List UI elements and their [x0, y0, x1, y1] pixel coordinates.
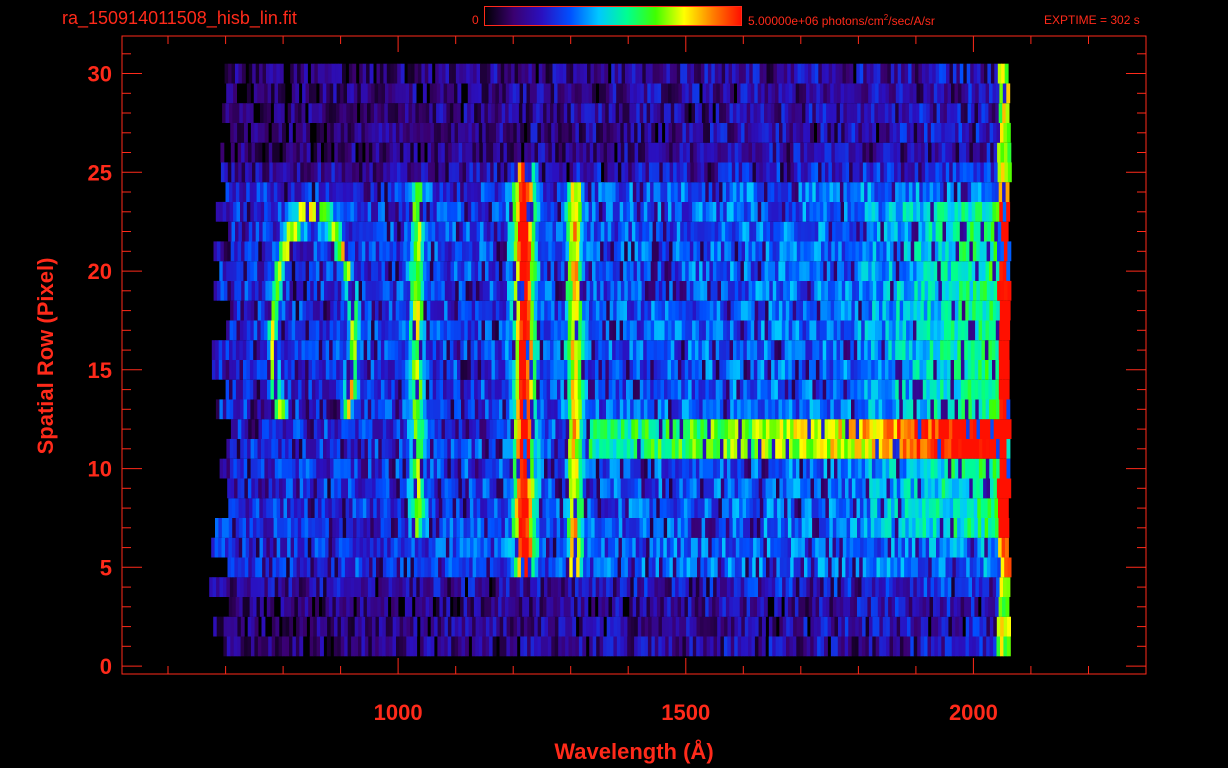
- file-name-title: ra_150914011508_hisb_lin.fit: [62, 8, 297, 28]
- colorbar-min-label: 0: [472, 13, 479, 27]
- y-tick-label: 0: [100, 654, 112, 679]
- y-tick-label: 20: [88, 259, 112, 284]
- x-tick-label: 1000: [374, 700, 423, 725]
- y-tick-label: 25: [88, 160, 112, 185]
- y-tick-label: 15: [88, 358, 112, 383]
- colorbar-max-label: 5.00000e+06 photons/cm2/sec/A/sr: [748, 13, 935, 28]
- x-tick-label: 2000: [949, 700, 998, 725]
- x-tick-label: 1500: [661, 700, 710, 725]
- y-tick-label: 30: [88, 62, 112, 87]
- y-tick-label: 5: [100, 555, 112, 580]
- exptime-label: EXPTIME = 302 s: [1044, 13, 1140, 27]
- heatmap-image: [209, 63, 1012, 657]
- y-axis-label: Spatial Row (Pixel): [33, 258, 58, 455]
- y-tick-label: 10: [88, 457, 112, 482]
- x-axis-label: Wavelength (Å): [554, 738, 713, 764]
- colorbar: [484, 6, 742, 26]
- spectrum-plot: 1000 1500 2000051015202530 Wavelength (Å) …: [33, 35, 1147, 764]
